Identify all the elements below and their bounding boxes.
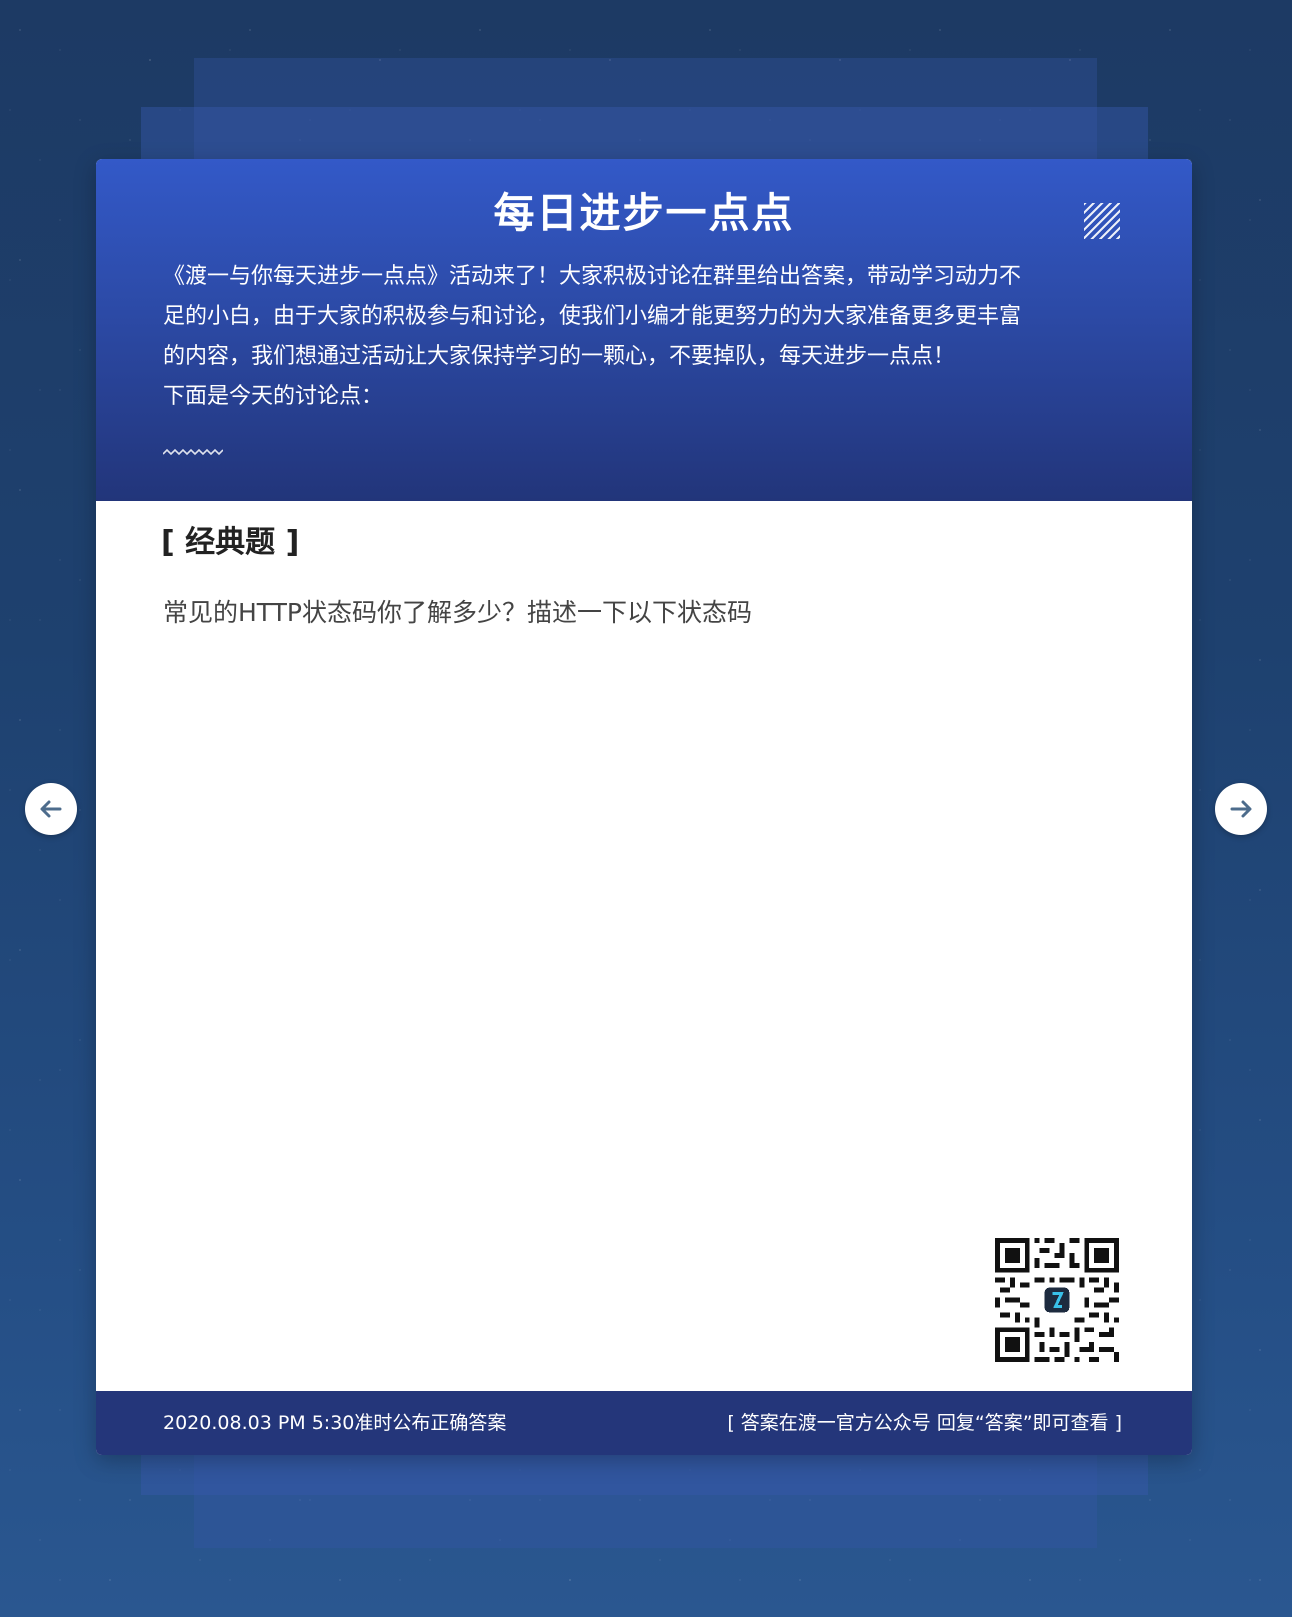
intro-line: 的内容，我们想通过活动让大家保持学习的一颗心，不要掉队，每天进步一点点！ [163, 344, 956, 369]
diagonal-stripes-icon [1084, 203, 1120, 239]
wave-divider-icon [163, 448, 223, 456]
question-text: 常见的HTTP状态码你了解多少？描述一下以下状态码 [163, 598, 752, 627]
section-title: [ 经典题 ] [161, 525, 300, 560]
arrow-left-icon [40, 800, 62, 818]
card-footer: 2020.08.03 PM 5:30准时公布正确答案 [ 答案在渡一官方公众号 … [96, 1391, 1192, 1455]
page-title: 每日进步一点点 [493, 189, 795, 237]
publish-time-text: 2020.08.03 PM 5:30准时公布正确答案 [163, 1412, 507, 1434]
qr-code [995, 1238, 1119, 1362]
card-header: 每日进步一点点 《渡一与你每天进步一点点》活动来了！大家积极讨论在群里给出答案，… [96, 159, 1192, 501]
intro-line: 足的小白，由于大家的积极参与和讨论，使我们小编才能更努力的为大家准备更多更丰富 [163, 304, 1022, 329]
card-body: [ 经典题 ] 常见的HTTP状态码你了解多少？描述一下以下状态码 [96, 501, 1192, 1391]
prev-button[interactable] [25, 783, 77, 835]
intro-line: 《渡一与你每天进步一点点》活动来了！大家积极讨论在群里给出答案，带动学习动力不 [163, 264, 1022, 289]
intro-text: 《渡一与你每天进步一点点》活动来了！大家积极讨论在群里给出答案，带动学习动力不 … [163, 257, 1139, 417]
intro-line: 下面是今天的讨论点： [163, 384, 384, 409]
arrow-right-icon [1230, 800, 1252, 818]
daily-progress-card: 每日进步一点点 《渡一与你每天进步一点点》活动来了！大家积极讨论在群里给出答案，… [96, 159, 1192, 1455]
answer-hint-text: [ 答案在渡一官方公众号 回复“答案”即可查看 ] [727, 1412, 1122, 1434]
next-button[interactable] [1215, 783, 1267, 835]
